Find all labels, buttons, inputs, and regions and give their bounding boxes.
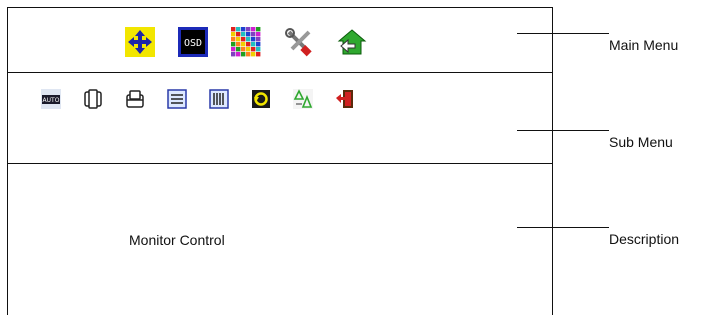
sub-menu-icons: AUTO	[40, 88, 356, 110]
description-label: Description	[609, 231, 680, 247]
clock-icon[interactable]	[208, 88, 230, 110]
auto-adjust-icon[interactable]: AUTO	[40, 88, 62, 110]
reset-icon[interactable]	[250, 88, 272, 110]
auto-icon-text: AUTO	[43, 97, 60, 104]
sub-desc-divider	[7, 163, 553, 164]
tools-icon[interactable]	[284, 27, 314, 57]
language-icon[interactable]	[292, 88, 314, 110]
description-text: Monitor Control	[129, 232, 225, 248]
sub-menu-callout-line	[517, 130, 609, 131]
osd-icon[interactable]: OSD	[178, 27, 208, 57]
h-position-icon[interactable]	[82, 88, 104, 110]
exit-door-icon[interactable]	[334, 88, 356, 110]
sub-menu-label: Sub Menu	[609, 134, 673, 150]
main-menu-icons: OSD	[125, 27, 367, 57]
exit-icon[interactable]	[337, 27, 367, 57]
main-menu-label: Main Menu	[609, 37, 679, 53]
color-icon[interactable]	[231, 27, 261, 57]
main-sub-divider	[7, 72, 553, 73]
main-menu-callout-line	[517, 33, 609, 34]
position-icon[interactable]	[125, 27, 155, 57]
v-position-icon[interactable]	[124, 88, 146, 110]
phase-icon[interactable]	[166, 88, 188, 110]
osd-icon-text: OSD	[184, 38, 202, 49]
description-callout-line	[517, 227, 609, 228]
